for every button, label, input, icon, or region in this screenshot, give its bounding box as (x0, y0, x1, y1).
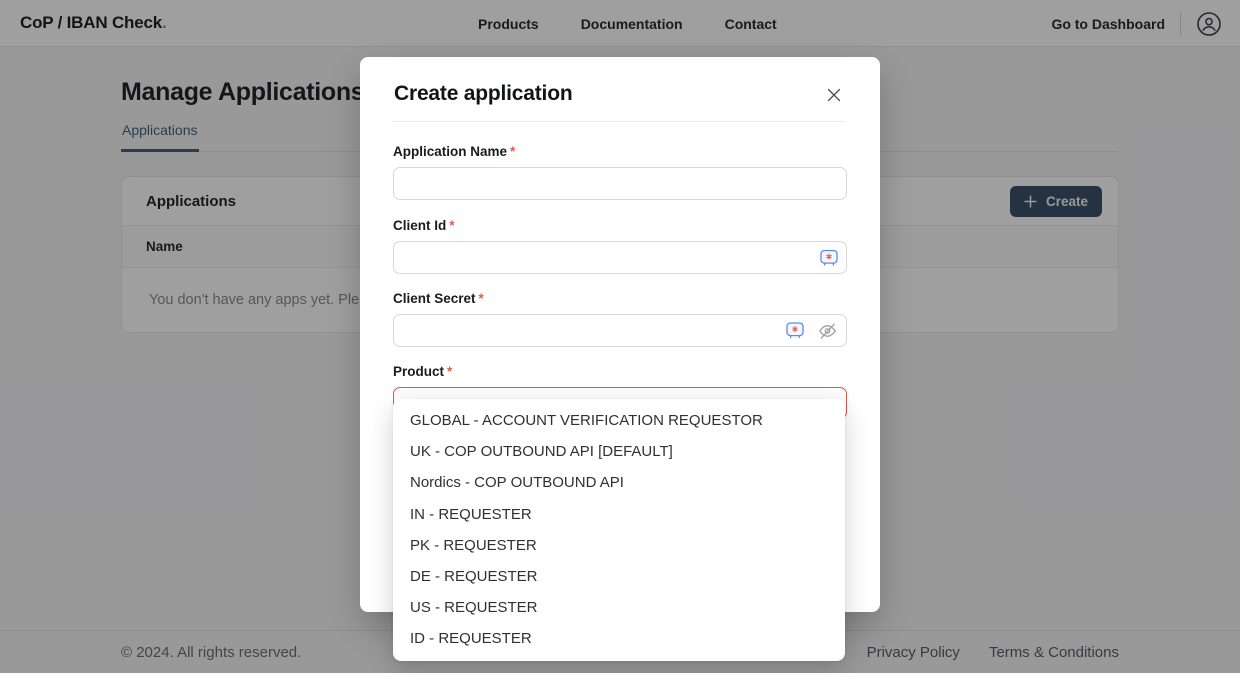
required-asterisk: * (449, 218, 454, 233)
required-asterisk: * (479, 291, 484, 306)
required-asterisk: * (447, 364, 452, 379)
product-option[interactable]: DE - REQUESTER (393, 561, 845, 592)
close-icon (826, 91, 842, 106)
modal-divider (393, 121, 845, 122)
product-option[interactable]: PK - REQUESTER (393, 530, 845, 561)
screen: CoP / IBAN Check. Products Documentation… (0, 0, 1240, 673)
required-asterisk: * (510, 144, 515, 159)
application-name-label: Application Name* (393, 144, 515, 159)
modal-title: Create application (394, 82, 572, 106)
product-option[interactable]: ID - REQUESTER (393, 623, 845, 654)
product-option[interactable]: US - REQUESTER (393, 592, 845, 623)
product-label-text: Product (393, 364, 444, 379)
close-button[interactable] (824, 85, 844, 105)
product-option[interactable]: IN - REQUESTER (393, 499, 845, 530)
client-id-input[interactable] (393, 241, 847, 274)
password-manager-button[interactable] (820, 249, 838, 266)
client-secret-input[interactable] (393, 314, 847, 347)
client-secret-label-text: Client Secret (393, 291, 476, 306)
password-manager-icon (820, 254, 838, 269)
client-secret-field (393, 314, 847, 347)
eye-off-icon (817, 329, 838, 344)
product-label: Product* (393, 364, 452, 379)
product-option[interactable]: GLOBAL - ACCOUNT VERIFICATION REQUESTOR (393, 405, 845, 436)
client-id-field-icons (820, 249, 838, 266)
client-id-label-text: Client Id (393, 218, 446, 233)
client-secret-field-icons (786, 321, 838, 341)
toggle-secret-visibility-button[interactable] (817, 321, 838, 341)
client-id-label: Client Id* (393, 218, 455, 233)
password-manager-button[interactable] (786, 322, 804, 339)
product-option[interactable]: Nordics - COP OUTBOUND API (393, 467, 845, 498)
modal-header: Create application (394, 82, 844, 106)
client-secret-label: Client Secret* (393, 291, 484, 306)
application-name-label-text: Application Name (393, 144, 507, 159)
product-option[interactable]: UK - COP OUTBOUND API [DEFAULT] (393, 436, 845, 467)
application-name-input[interactable] (393, 167, 847, 200)
password-manager-icon (786, 327, 804, 342)
client-id-field (393, 241, 847, 274)
product-dropdown-list: GLOBAL - ACCOUNT VERIFICATION REQUESTOR … (393, 399, 845, 661)
